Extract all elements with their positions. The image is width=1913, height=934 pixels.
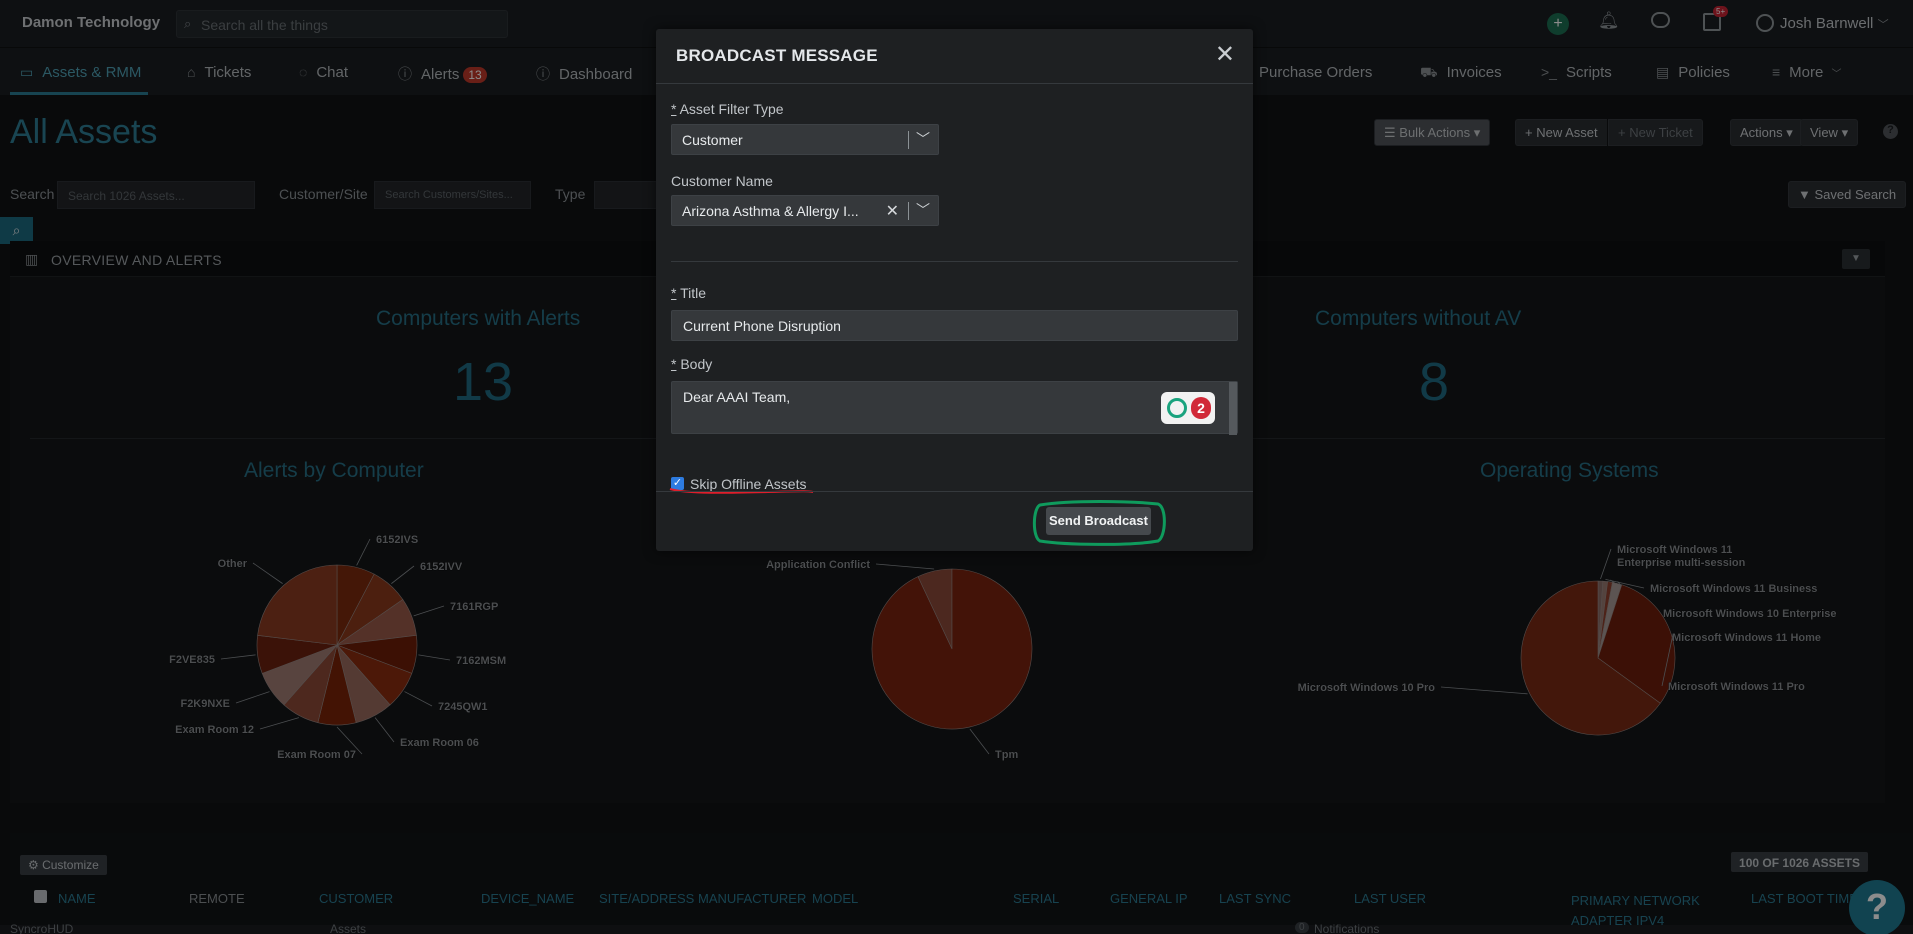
asset-filter-type-select[interactable]: Customer ﹀ [671,124,939,155]
customer-name-select[interactable]: Arizona Asthma & Allergy I... ✕ ﹀ [671,195,939,226]
asset-filter-type-value: Customer [682,132,743,148]
required-mark: * [671,356,677,372]
body-textarea[interactable]: Dear AAAI Team, 2 [671,381,1238,435]
modal-header-divider [656,83,1253,84]
clear-icon[interactable]: ✕ [886,201,899,221]
textarea-scrollbar[interactable] [1229,382,1237,435]
customer-name-label: Customer Name [671,173,773,189]
grammar-plus-icon [1167,398,1187,418]
chevron-down-icon: ﹀ [916,131,930,147]
title-label: * Title [671,285,706,301]
asset-filter-type-text: Asset Filter Type [679,101,784,117]
select-separator [908,202,909,220]
red-annotation-underline [669,488,814,494]
asset-filter-type-label: * Asset Filter Type [671,101,784,117]
modal-footer-divider [656,491,1253,492]
broadcast-message-modal: BROADCAST MESSAGE ✕ * Asset Filter Type … [656,29,1253,551]
select-separator [908,131,909,149]
required-mark: * [671,101,677,117]
grammar-count: 2 [1191,397,1211,419]
required-mark: * [671,285,677,301]
send-broadcast-button[interactable]: Send Broadcast [1046,507,1151,535]
grammar-assistant-icon[interactable]: 2 [1161,392,1215,424]
body-label: * Body [671,356,712,372]
title-label-text: Title [680,285,707,301]
body-value: Dear AAAI Team, [683,389,791,405]
customer-name-value: Arizona Asthma & Allergy I... [682,203,859,219]
close-icon[interactable]: ✕ [1215,40,1235,69]
title-input[interactable]: Current Phone Disruption [671,310,1238,341]
chevron-down-icon: ﹀ [916,202,930,218]
modal-title: BROADCAST MESSAGE [676,46,878,65]
section-divider [671,261,1238,262]
body-label-text: Body [680,356,713,372]
